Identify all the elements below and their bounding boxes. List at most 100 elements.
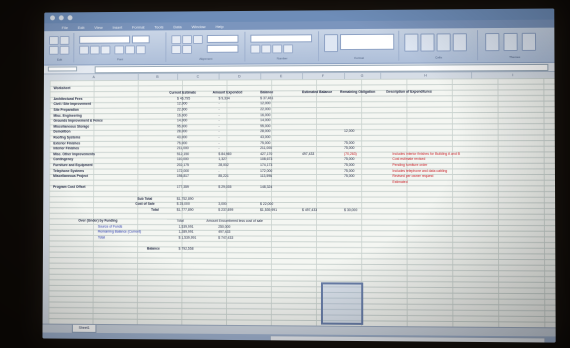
cell-remaining-obligation[interactable]: (70,263) bbox=[344, 152, 357, 157]
row-label[interactable]: Roofing Systems bbox=[53, 135, 80, 140]
summary-row-label[interactable]: Total bbox=[98, 235, 105, 240]
cell-amount-expended[interactable]: 28,002 bbox=[218, 163, 228, 168]
row-label[interactable]: Miscellaneous Storage bbox=[53, 124, 89, 129]
cell-amount-expended[interactable]: - bbox=[218, 169, 219, 174]
font-size-select[interactable] bbox=[132, 35, 150, 43]
cell-balance[interactable]: 211,000 bbox=[260, 146, 272, 151]
description-note[interactable]: Revised per owner request bbox=[392, 174, 433, 179]
cell-amount-expended[interactable]: $ 9,334 bbox=[219, 96, 230, 101]
cell-current-estimate[interactable]: 75,000 bbox=[177, 141, 187, 146]
cell-amount-expended[interactable]: - bbox=[218, 113, 219, 118]
increase-decimal-button[interactable] bbox=[272, 44, 282, 53]
cell-current-estimate[interactable]: 198,817 bbox=[177, 174, 189, 179]
cell-current-estimate[interactable]: 202,175 bbox=[177, 163, 189, 168]
menu-tools[interactable]: Tools bbox=[154, 24, 163, 29]
row-label[interactable]: Misc. Engineering bbox=[53, 113, 81, 118]
align-center-button[interactable] bbox=[182, 35, 192, 44]
total-value[interactable]: $1,777,890 bbox=[177, 208, 194, 213]
sheet-title[interactable]: Worksheet bbox=[54, 86, 71, 91]
column-heading[interactable]: Remaining Obligation bbox=[340, 90, 375, 95]
subtotal-value[interactable]: $1,752,890 bbox=[177, 196, 194, 201]
insert-cells-button[interactable] bbox=[404, 34, 418, 52]
paste-button[interactable] bbox=[49, 36, 59, 45]
row-label[interactable]: Contingency bbox=[53, 158, 73, 163]
borders-button[interactable] bbox=[114, 45, 124, 54]
cell-current-estimate[interactable]: 110,000 bbox=[177, 157, 189, 162]
total-value[interactable]: $1,539,991 bbox=[260, 208, 277, 213]
total-value[interactable]: $ 497,433 bbox=[302, 208, 317, 213]
cost-of-sale-value[interactable]: $ 22,000 bbox=[260, 202, 273, 207]
conditional-formatting-button[interactable] bbox=[324, 34, 338, 52]
summary-title[interactable]: Over (Under) by Funding bbox=[78, 219, 117, 224]
cell-balance[interactable]: 12,000 bbox=[260, 102, 270, 107]
cell-balance[interactable]: 172,000 bbox=[260, 169, 272, 174]
wrap-text-button[interactable] bbox=[207, 35, 239, 43]
zoom-window-button[interactable] bbox=[68, 15, 73, 20]
cell-amount-expended[interactable]: - bbox=[219, 107, 220, 112]
cell-current-estimate[interactable]: 43,000 bbox=[177, 135, 187, 140]
align-right-button[interactable] bbox=[193, 35, 203, 44]
balance-value[interactable]: $ 792,558 bbox=[179, 247, 194, 252]
cell-current-estimate[interactable]: 12,000 bbox=[177, 102, 187, 107]
name-box[interactable] bbox=[48, 66, 77, 71]
cell-balance[interactable]: 427,170 bbox=[260, 152, 272, 157]
cell-amount-expended[interactable]: - bbox=[219, 102, 220, 107]
cell-amount-expended[interactable]: 1,327 bbox=[218, 157, 226, 162]
fill-color-button[interactable] bbox=[125, 45, 135, 54]
cell-amount-expended[interactable]: - bbox=[218, 124, 219, 129]
themes-button[interactable] bbox=[485, 33, 499, 51]
cell-balance[interactable]: 174,173 bbox=[260, 163, 272, 168]
selected-range[interactable] bbox=[321, 282, 363, 325]
delete-cells-button[interactable] bbox=[420, 33, 434, 51]
cell-balance[interactable]: 113,596 bbox=[260, 174, 272, 179]
summary-value[interactable]: $ 747,433 bbox=[218, 236, 233, 241]
total-label[interactable]: Total bbox=[151, 208, 159, 213]
align-left-button[interactable] bbox=[171, 35, 181, 44]
cell-amount-expended[interactable]: 85,221 bbox=[218, 174, 228, 179]
outdent-button[interactable] bbox=[182, 45, 192, 54]
cell-balance[interactable]: 108,673 bbox=[260, 157, 272, 162]
row-label[interactable]: Exterior Finishes bbox=[53, 141, 80, 146]
cell-remaining-obligation[interactable]: 75,000 bbox=[344, 169, 354, 174]
font-color-button[interactable] bbox=[136, 45, 146, 54]
cost-of-sale-value[interactable]: 3,000 bbox=[218, 202, 226, 207]
theme-fonts-button[interactable] bbox=[522, 33, 536, 51]
column-heading[interactable]: Amount Expended bbox=[213, 91, 243, 96]
description-note[interactable]: Includes telephone and data cabling bbox=[392, 169, 447, 174]
cell-amount-expended[interactable]: - bbox=[218, 135, 219, 140]
italic-button[interactable] bbox=[90, 46, 100, 55]
cell-current-estimate[interactable]: 95,000 bbox=[177, 124, 187, 129]
font-name-select[interactable] bbox=[79, 36, 130, 44]
cell-amount-expended[interactable]: $ 29,035 bbox=[218, 185, 231, 190]
menu-data[interactable]: Data bbox=[173, 24, 181, 29]
cell-balance[interactable]: 95,000 bbox=[260, 124, 270, 129]
cell-current-estimate[interactable]: 14,000 bbox=[177, 119, 187, 124]
bold-button[interactable] bbox=[79, 46, 89, 55]
cost-of-sale-label[interactable]: Cost of Sale bbox=[135, 202, 154, 207]
cell-balance[interactable]: $ 37,461 bbox=[260, 96, 273, 101]
decrease-decimal-button[interactable] bbox=[283, 44, 293, 53]
summary-row-label[interactable]: Remaining Balance (Current) bbox=[98, 230, 141, 235]
summary-value[interactable]: 497,433 bbox=[218, 230, 230, 235]
cell-amount-expended[interactable]: - bbox=[218, 141, 219, 146]
cell-grid[interactable]: Worksheet Current Estimate Amount Expended… bbox=[48, 78, 555, 328]
description-note[interactable]: Includes interior finishes for Building … bbox=[392, 152, 460, 157]
summary-row-label[interactable]: Source of Funds bbox=[98, 224, 122, 229]
summary-col-heading[interactable]: Amount Encumbered less cost of sale bbox=[206, 219, 263, 224]
summary-value[interactable]: 1,539,991 bbox=[179, 224, 194, 229]
cell-balance[interactable]: 14,000 bbox=[260, 118, 270, 123]
row-label[interactable]: Miscellaneous Project bbox=[53, 174, 88, 179]
cell-amount-expended[interactable]: - bbox=[218, 130, 219, 135]
cell-balance[interactable]: 16,000 bbox=[260, 113, 270, 118]
cell-balance[interactable]: 28,000 bbox=[260, 129, 270, 134]
cell-balance[interactable]: 75,000 bbox=[260, 141, 270, 146]
row-label[interactable]: Demolition bbox=[53, 130, 70, 135]
cell-balance[interactable]: 22,000 bbox=[260, 107, 270, 112]
menu-insert[interactable]: Insert bbox=[112, 24, 122, 29]
description-note[interactable]: Cost estimate revised bbox=[392, 157, 425, 162]
cell-current-estimate[interactable]: 211,000 bbox=[177, 146, 189, 151]
summary-value[interactable]: $ 1,539,991 bbox=[179, 236, 197, 241]
cell-remaining-obligation[interactable]: 75,000 bbox=[344, 157, 354, 162]
cell-current-estimate[interactable]: 16,000 bbox=[177, 113, 187, 118]
menu-help[interactable]: Help bbox=[215, 24, 223, 29]
